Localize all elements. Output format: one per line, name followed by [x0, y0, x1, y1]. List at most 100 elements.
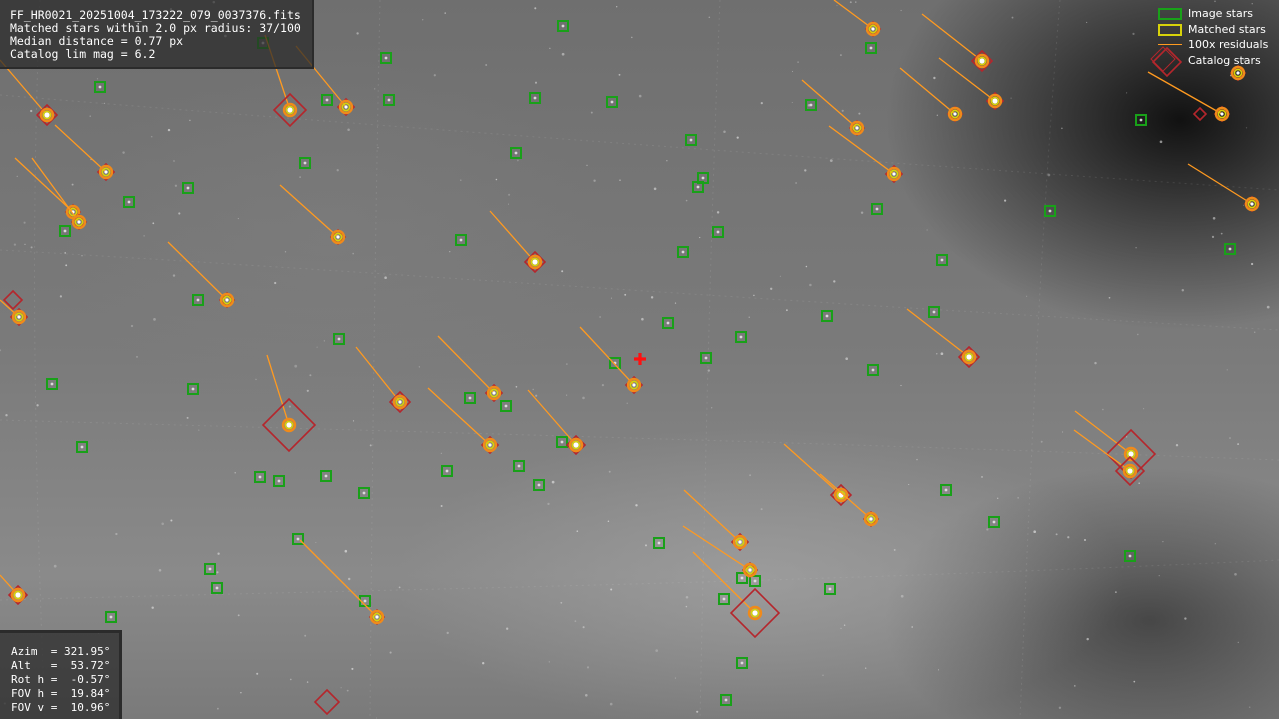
residual-line: [31, 157, 80, 223]
background-star: [685, 596, 689, 599]
image-star-core: [50, 382, 54, 386]
image-star-core: [109, 615, 113, 619]
background-star: [1126, 436, 1128, 438]
image-star-core: [384, 56, 388, 60]
background-star: [1162, 540, 1164, 543]
background-star: [346, 689, 349, 692]
background-star: [16, 175, 18, 178]
background-star: [547, 502, 550, 506]
image-star-core: [689, 138, 693, 142]
background-star: [548, 661, 550, 663]
image-star-core: [704, 356, 708, 360]
background-star: [237, 614, 240, 617]
image-star-core: [809, 103, 813, 107]
residual-line: [683, 489, 741, 543]
background-star: [1234, 572, 1237, 576]
image-star-core: [362, 491, 366, 495]
image-star-core: [514, 151, 518, 155]
background-star: [122, 151, 125, 154]
background-star: [753, 294, 755, 297]
background-star: [582, 396, 585, 400]
background-star: [795, 182, 797, 184]
background-star: [1033, 530, 1037, 534]
background-star: [1094, 361, 1097, 365]
background-star: [736, 136, 739, 139]
background-star: [829, 159, 833, 162]
image-star-core: [753, 579, 757, 583]
background-star: [839, 54, 842, 57]
image-star-core: [825, 314, 829, 318]
background-star: [130, 324, 134, 328]
sky-grid-line: [0, 249, 1279, 331]
background-star: [785, 309, 788, 312]
star-overlay: [0, 0, 1279, 719]
background-star: [351, 667, 354, 670]
background-star: [299, 176, 301, 178]
background-star: [534, 7, 537, 10]
background-star: [1115, 591, 1117, 593]
background-star: [586, 666, 590, 669]
background-star: [666, 160, 668, 162]
background-star: [561, 52, 565, 56]
matched-star-core: [488, 443, 492, 447]
sky-grid-line: [0, 559, 1279, 601]
matched-star-core: [1236, 71, 1240, 75]
background-star: [1133, 680, 1136, 683]
matched-star-core: [738, 540, 742, 544]
background-star: [566, 394, 568, 396]
background-star: [377, 147, 379, 149]
background-star: [347, 577, 351, 581]
background-star: [900, 9, 902, 12]
image-star-core: [992, 520, 996, 524]
background-star: [860, 211, 864, 214]
background-star: [449, 251, 451, 253]
image-star-core: [303, 161, 307, 165]
background-star: [217, 552, 220, 555]
background-star: [289, 678, 292, 681]
background-star: [760, 101, 763, 105]
background-star: [599, 316, 601, 318]
matched-star-core: [953, 112, 957, 116]
background-star: [1243, 204, 1245, 206]
background-star: [24, 243, 26, 246]
image-star-core: [561, 24, 565, 28]
background-star: [446, 631, 449, 635]
background-star: [59, 295, 63, 298]
background-star: [288, 405, 291, 408]
background-star: [618, 73, 621, 76]
background-star: [822, 674, 824, 676]
matched-star-core: [344, 105, 348, 109]
residual-line: [279, 184, 339, 238]
background-star: [1004, 199, 1007, 202]
background-star: [440, 452, 442, 454]
image-star-core: [127, 200, 131, 204]
background-star: [151, 606, 154, 609]
matched-star-core: [966, 354, 972, 360]
background-star: [240, 691, 242, 694]
background-star: [389, 651, 392, 654]
background-star: [482, 662, 485, 665]
background-star: [631, 36, 633, 39]
matched-star-core: [1250, 202, 1254, 206]
background-star: [284, 251, 287, 253]
background-star: [178, 212, 181, 215]
image-star-core: [722, 597, 726, 601]
image-star-core: [875, 207, 879, 211]
green-square-icon: [1148, 6, 1188, 21]
background-star: [641, 317, 644, 321]
background-star: [440, 505, 443, 507]
background-star: [1083, 538, 1087, 542]
background-star: [352, 420, 355, 422]
background-star: [1086, 637, 1089, 641]
background-star: [103, 102, 106, 105]
background-star: [1211, 235, 1215, 239]
background-star: [574, 620, 577, 623]
background-star: [551, 480, 555, 484]
fits-viewer: FF_HR0021_20251004_173222_079_0037376.fi…: [0, 0, 1279, 719]
matched-star-core: [77, 220, 81, 224]
background-star: [1248, 706, 1251, 709]
legend: Image stars Matched stars 100x residuals…: [1148, 2, 1278, 72]
background-star: [685, 605, 688, 608]
background-star: [1132, 32, 1135, 36]
background-star: [940, 352, 944, 356]
